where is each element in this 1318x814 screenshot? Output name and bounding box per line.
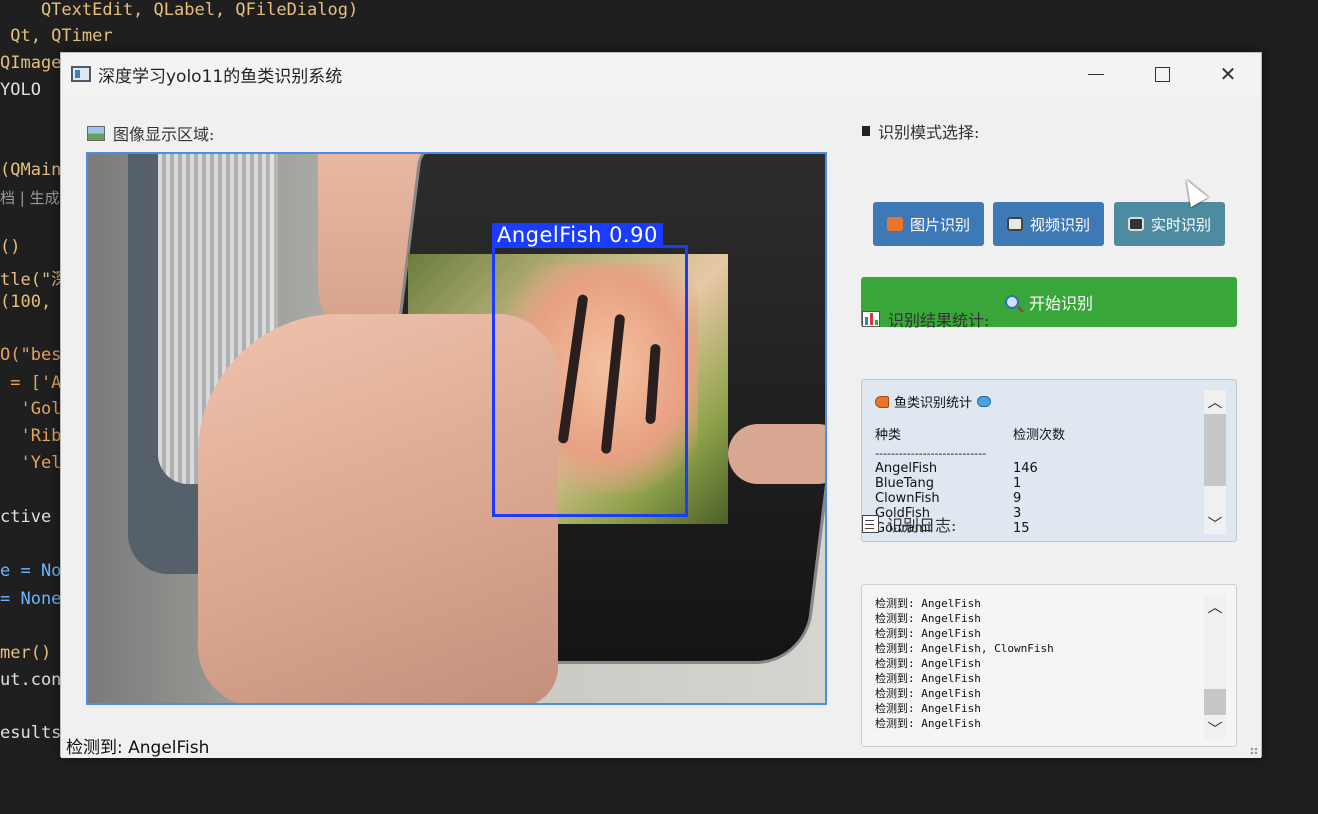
scroll-thumb[interactable]: [1204, 689, 1226, 715]
image-display: AngelFish 0.90: [86, 152, 827, 705]
film-icon: [1006, 217, 1023, 231]
stats-divider-text: ----------------------------: [875, 447, 987, 460]
code-line: YOLO: [0, 80, 41, 100]
code-line: (100,: [0, 292, 52, 312]
scroll-down-icon[interactable]: ﹀: [1204, 512, 1226, 534]
stats-count: 9: [1013, 491, 1022, 506]
log-line: 检测到: AngelFish, ClownFish: [875, 642, 1054, 655]
maximize-button[interactable]: [1129, 53, 1195, 95]
fish-icon: [977, 396, 992, 407]
log-line: 检测到: AngelFish: [875, 627, 981, 640]
code-line: esults: [0, 723, 62, 743]
image-mode-button[interactable]: 图片识别: [873, 202, 984, 246]
fish-icon: [875, 395, 889, 408]
video-mode-button-label: 视频识别: [1029, 215, 1090, 234]
detection-label: AngelFish 0.90: [492, 223, 663, 247]
magnifier-icon: [1004, 295, 1019, 309]
code-line: 'Rib: [0, 426, 62, 446]
video-mode-button[interactable]: 视频识别: [993, 202, 1104, 246]
stats-header-row: 种类 检测次数: [875, 428, 1065, 443]
code-line: O("bes: [0, 345, 62, 365]
log-label: 识别日志:: [862, 512, 956, 536]
stats-count: 146: [1013, 461, 1038, 476]
resize-grip-icon[interactable]: [1250, 747, 1258, 755]
log-text-area[interactable]: 检测到: AngelFish 检测到: AngelFish 检测到: Angel…: [861, 584, 1237, 747]
scroll-up-icon[interactable]: ︿: [1204, 390, 1226, 412]
log-scrollbar[interactable]: ︿ ﹀: [1204, 595, 1226, 739]
status-bar-text: 检测到: AngelFish: [66, 738, 210, 758]
minimize-icon: [1088, 73, 1104, 75]
camera-icon: [1127, 217, 1144, 231]
code-line: ctive: [0, 507, 52, 527]
stats-species-name: BlueTang: [875, 476, 935, 491]
detection-box: [492, 245, 688, 517]
app-icon: [71, 66, 91, 82]
log-line: 检测到: AngelFish: [875, 672, 981, 685]
mode-label-text: 识别模式选择:: [878, 123, 980, 142]
stats-header-count: 检测次数: [1013, 428, 1066, 443]
stats-row: BlueTang 1: [875, 476, 1021, 491]
scroll-thumb[interactable]: [1204, 414, 1226, 486]
stats-title: 鱼类识别统计: [875, 392, 992, 411]
stats-label-text: 识别结果统计:: [888, 311, 990, 330]
log-line: 检测到: AngelFish: [875, 597, 981, 610]
stats-count: 3: [1013, 506, 1022, 521]
code-line: 'Gol: [0, 399, 62, 419]
code-line: QImage: [0, 53, 62, 73]
picture-icon: [87, 125, 105, 141]
log-line: 检测到: AngelFish: [875, 657, 981, 670]
square-bullet-icon: [862, 126, 870, 136]
realtime-mode-button[interactable]: 实时识别: [1114, 202, 1225, 246]
window-title: 深度学习yolo11的鱼类识别系统: [98, 66, 343, 87]
code-line: ut.con: [0, 670, 62, 690]
scroll-up-icon[interactable]: ︿: [1204, 595, 1226, 617]
scroll-down-icon[interactable]: ﹀: [1204, 717, 1226, 739]
realtime-mode-button-label: 实时识别: [1150, 215, 1211, 234]
code-line: (): [0, 237, 21, 257]
close-icon: ✕: [1219, 62, 1237, 86]
maximize-icon: [1154, 66, 1170, 82]
code-line: 'Yel: [0, 453, 62, 473]
code-line: e = No: [0, 561, 62, 581]
log-label-text: 识别日志:: [887, 516, 957, 535]
client-area: 图像显示区域: AngelFish 0.90 识别模式选择: 图片识别 视频识别…: [61, 95, 1261, 758]
bar-chart-icon: [862, 311, 880, 327]
log-line: 检测到: AngelFish: [875, 717, 981, 730]
code-line: tle("深: [0, 270, 69, 290]
stats-header-species: 种类: [875, 428, 902, 443]
stats-title-text: 鱼类识别统计: [894, 396, 973, 411]
stats-species-name: AngelFish: [875, 461, 938, 476]
fish-icon: [886, 217, 903, 231]
window-controls: ✕: [1063, 53, 1261, 95]
stats-row: ClownFish 9: [875, 491, 1021, 506]
hand-right-shape: [728, 424, 825, 484]
image-mode-button-label: 图片识别: [909, 215, 970, 234]
memo-icon: [862, 515, 879, 533]
log-line: 检测到: AngelFish: [875, 687, 981, 700]
image-area-label-text: 图像显示区域:: [113, 125, 215, 144]
stats-scrollbar[interactable]: ︿ ﹀: [1204, 390, 1226, 534]
start-button-label: 开始识别: [1028, 294, 1093, 313]
stats-row: AngelFish 146: [875, 461, 1038, 476]
stats-count: 15: [1013, 521, 1030, 536]
code-line: QTextEdit, QLabel, QFileDialog): [0, 0, 359, 20]
code-line: 档 | 生成: [0, 189, 60, 207]
code-line: Qt, QTimer: [0, 26, 113, 46]
app-window: 深度学习yolo11的鱼类识别系统 ✕ 图像显示区域: AngelFish 0.…: [60, 52, 1262, 758]
code-line: = ['A: [0, 373, 62, 393]
image-area-label: 图像显示区域:: [87, 121, 214, 145]
stats-label: 识别结果统计:: [862, 307, 989, 331]
code-line: mer(): [0, 643, 52, 663]
stats-species-name: ClownFish: [875, 491, 940, 506]
log-line: 检测到: AngelFish: [875, 612, 981, 625]
stats-divider: ----------------------------: [875, 446, 1013, 461]
code-line: = None: [0, 589, 62, 609]
close-button[interactable]: ✕: [1195, 53, 1261, 95]
stats-count: 1: [1013, 476, 1022, 491]
title-bar[interactable]: 深度学习yolo11的鱼类识别系统 ✕: [61, 53, 1261, 95]
minimize-button[interactable]: [1063, 53, 1129, 95]
mode-label: 识别模式选择:: [862, 119, 979, 143]
code-line: (QMain: [0, 160, 62, 180]
log-line: 检测到: AngelFish: [875, 702, 981, 715]
